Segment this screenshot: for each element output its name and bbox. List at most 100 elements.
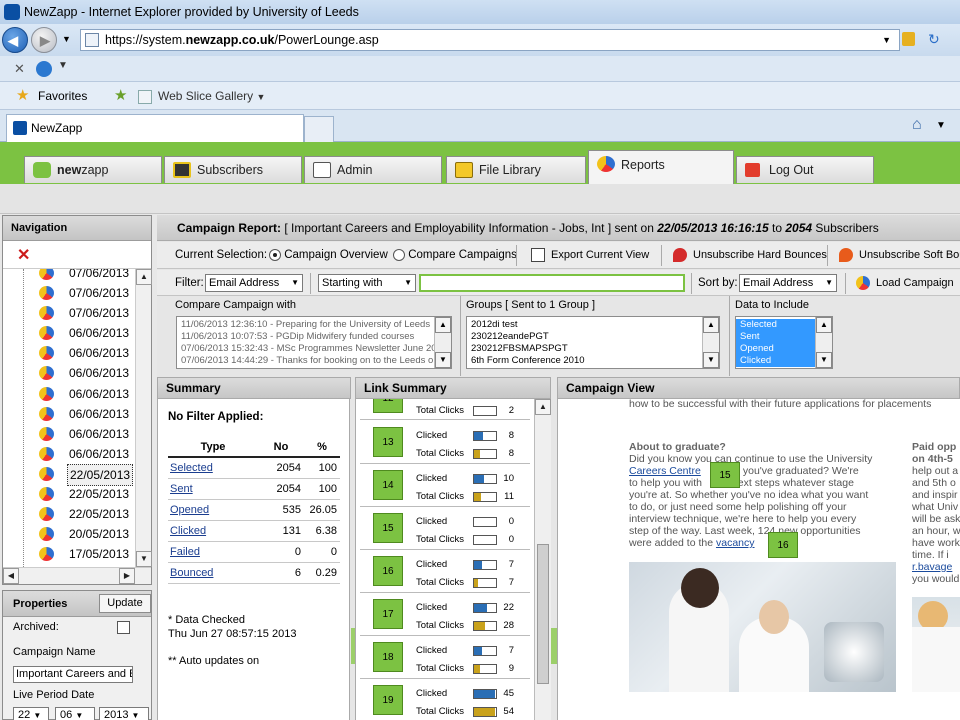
- group-list-item[interactable]: 230212FBSMAPSPGT: [467, 343, 719, 355]
- scroll-left-icon[interactable]: ◀: [3, 568, 19, 584]
- filter-field-select[interactable]: Email Address ▼: [205, 274, 303, 292]
- data-include-scrollbar[interactable]: ▲ ▼: [815, 317, 832, 368]
- sort-field-select[interactable]: Email Address ▼: [739, 274, 837, 292]
- link-number-badge[interactable]: 14: [373, 470, 403, 500]
- search-provider-dropdown-icon[interactable]: ▼: [58, 60, 68, 71]
- tree-item[interactable]: 06/06/2013: [39, 323, 135, 343]
- scroll-down-icon[interactable]: ▼: [703, 352, 719, 368]
- tree-item-partial[interactable]: 07/06/2013: [39, 269, 135, 283]
- summary-type-link[interactable]: Clicked: [168, 520, 258, 542]
- summary-type-link[interactable]: Selected: [168, 457, 258, 479]
- delete-icon[interactable]: ✕: [17, 245, 30, 265]
- address-dropdown-icon[interactable]: ▼: [882, 30, 891, 50]
- link-number-badge[interactable]: 13: [373, 427, 403, 457]
- web-slice-gallery-button[interactable]: Web Slice Gallery ▼: [138, 82, 265, 111]
- compare-campaigns-radio[interactable]: Compare Campaigns: [393, 242, 517, 269]
- day-select[interactable]: 22 ▼: [13, 707, 49, 720]
- tree-item[interactable]: 22/05/2013: [39, 463, 135, 486]
- tree-item[interactable]: 06/06/2013: [39, 363, 135, 383]
- tree-item[interactable]: 22/05/2013: [39, 484, 135, 504]
- groups-list-scrollbar[interactable]: ▲ ▼: [702, 317, 719, 368]
- summary-type-link[interactable]: Opened: [168, 499, 258, 521]
- scroll-up-icon[interactable]: ▲: [136, 269, 152, 285]
- tree-item[interactable]: 06/06/2013: [39, 404, 135, 424]
- campaign-name-input[interactable]: Important Careers and E: [13, 666, 133, 683]
- search-provider-icon[interactable]: [36, 61, 52, 77]
- forward-button[interactable]: ▶: [31, 27, 57, 53]
- tree-item[interactable]: 06/06/2013: [39, 384, 135, 404]
- favorites-star-icon[interactable]: ★: [16, 82, 29, 110]
- scroll-up-icon[interactable]: ▲: [816, 317, 832, 333]
- stop-icon[interactable]: ✕: [14, 61, 25, 77]
- compare-campaign-list[interactable]: 11/06/2013 12:36:10 - Preparing for the …: [176, 316, 452, 369]
- tree-item[interactable]: 07/06/2013: [39, 283, 135, 303]
- browser-tab-newzapp[interactable]: NewZapp: [6, 114, 304, 142]
- favorites-button[interactable]: Favorites: [38, 82, 87, 110]
- groups-list[interactable]: 2012di test 230212eandePGT 230212FBSMAPSPG…: [466, 316, 720, 369]
- compare-list-item[interactable]: 07/06/2013 15:32:43 - MSc Programmes New…: [177, 343, 451, 355]
- add-favorite-icon[interactable]: ★: [114, 82, 127, 110]
- unsubscribe-hard-bounces-button[interactable]: Unsubscribe Hard Bounces: [673, 242, 827, 269]
- load-campaign-button[interactable]: Load Campaign: [856, 270, 954, 296]
- compare-list-scrollbar[interactable]: ▲ ▼: [434, 317, 451, 368]
- summary-type-link[interactable]: Sent: [168, 478, 258, 500]
- compare-list-item[interactable]: 07/06/2013 14:44:29 - Thanks for booking…: [177, 355, 451, 367]
- link-number-badge[interactable]: 19: [373, 685, 403, 715]
- tree-item[interactable]: 17/05/2013: [39, 544, 135, 564]
- contact-email-link[interactable]: r.bavage: [912, 561, 960, 573]
- export-current-view-button[interactable]: Export Current View: [531, 242, 649, 269]
- filter-mode-select[interactable]: Starting with ▼: [318, 274, 416, 292]
- address-input[interactable]: https://system.newzapp.co.uk/PowerLounge…: [80, 29, 900, 51]
- month-select[interactable]: 06 ▼: [55, 707, 95, 720]
- refresh-icon[interactable]: ↻: [928, 31, 940, 48]
- lock-icon[interactable]: [902, 32, 915, 46]
- back-button[interactable]: ◀: [2, 27, 28, 53]
- summary-type-link[interactable]: Failed: [168, 541, 258, 563]
- home-icon[interactable]: ⌂: [912, 116, 922, 134]
- navigation-vertical-scrollbar[interactable]: ▲ ▼: [135, 269, 152, 567]
- tab-file-library[interactable]: File Library: [446, 156, 586, 183]
- summary-type-link[interactable]: Bounced: [168, 562, 258, 584]
- group-list-item[interactable]: 2012di test: [467, 319, 719, 331]
- tab-reports[interactable]: Reports: [588, 150, 734, 184]
- link-number-badge[interactable]: 16: [373, 556, 403, 586]
- tab-subscribers[interactable]: Subscribers: [164, 156, 302, 183]
- navigation-horizontal-scrollbar[interactable]: ◀ ▶: [3, 567, 151, 584]
- scroll-down-icon[interactable]: ▼: [435, 352, 451, 368]
- tab-admin[interactable]: Admin: [304, 156, 442, 183]
- tree-item[interactable]: 06/06/2013: [39, 444, 135, 464]
- tab-log-out[interactable]: Log Out: [736, 156, 874, 183]
- tree-item[interactable]: 22/05/2013: [39, 504, 135, 524]
- scroll-right-icon[interactable]: ▶: [119, 568, 135, 584]
- scroll-down-icon[interactable]: ▼: [816, 352, 832, 368]
- link-number-badge[interactable]: 12: [373, 399, 403, 413]
- scroll-down-icon[interactable]: ▼: [136, 551, 152, 567]
- careers-centre-link[interactable]: Careers Centre: [629, 465, 701, 477]
- unsubscribe-soft-bounces-button[interactable]: Unsubscribe Soft Bou: [839, 242, 960, 269]
- scroll-up-icon[interactable]: ▲: [435, 317, 451, 333]
- link-marker-badge[interactable]: 15: [710, 462, 740, 488]
- compare-list-item[interactable]: 11/06/2013 10:07:53 - PGDip Midwifery fu…: [177, 331, 451, 343]
- tree-item[interactable]: 07/06/2013: [39, 303, 135, 323]
- link-marker-badge[interactable]: 16: [768, 532, 798, 558]
- vacancy-link[interactable]: vacancy: [716, 537, 755, 549]
- history-dropdown-icon[interactable]: ▼: [62, 34, 71, 44]
- year-select[interactable]: 2013 ▼: [99, 707, 149, 720]
- scroll-up-icon[interactable]: ▲: [535, 399, 551, 415]
- scroll-up-icon[interactable]: ▲: [703, 317, 719, 333]
- scrollbar-thumb[interactable]: [537, 544, 549, 684]
- archived-checkbox[interactable]: [117, 621, 130, 634]
- link-summary-scrollbar[interactable]: ▲: [534, 399, 551, 720]
- link-number-badge[interactable]: 18: [373, 642, 403, 672]
- tab-home-logo[interactable]: newzapp: [24, 156, 162, 183]
- filter-text-input[interactable]: [419, 274, 685, 292]
- link-number-badge[interactable]: 15: [373, 513, 403, 543]
- group-list-item[interactable]: 6th Form Conference 2010: [467, 355, 719, 367]
- tree-item[interactable]: 06/06/2013: [39, 343, 135, 363]
- update-button[interactable]: Update: [99, 594, 151, 613]
- data-include-list[interactable]: Selected Sent Opened Clicked ▲ ▼: [735, 316, 833, 369]
- link-number-badge[interactable]: 17: [373, 599, 403, 629]
- new-tab-button[interactable]: [304, 116, 334, 142]
- campaign-overview-radio[interactable]: Campaign Overview: [269, 242, 388, 269]
- tree-item[interactable]: 06/06/2013: [39, 424, 135, 444]
